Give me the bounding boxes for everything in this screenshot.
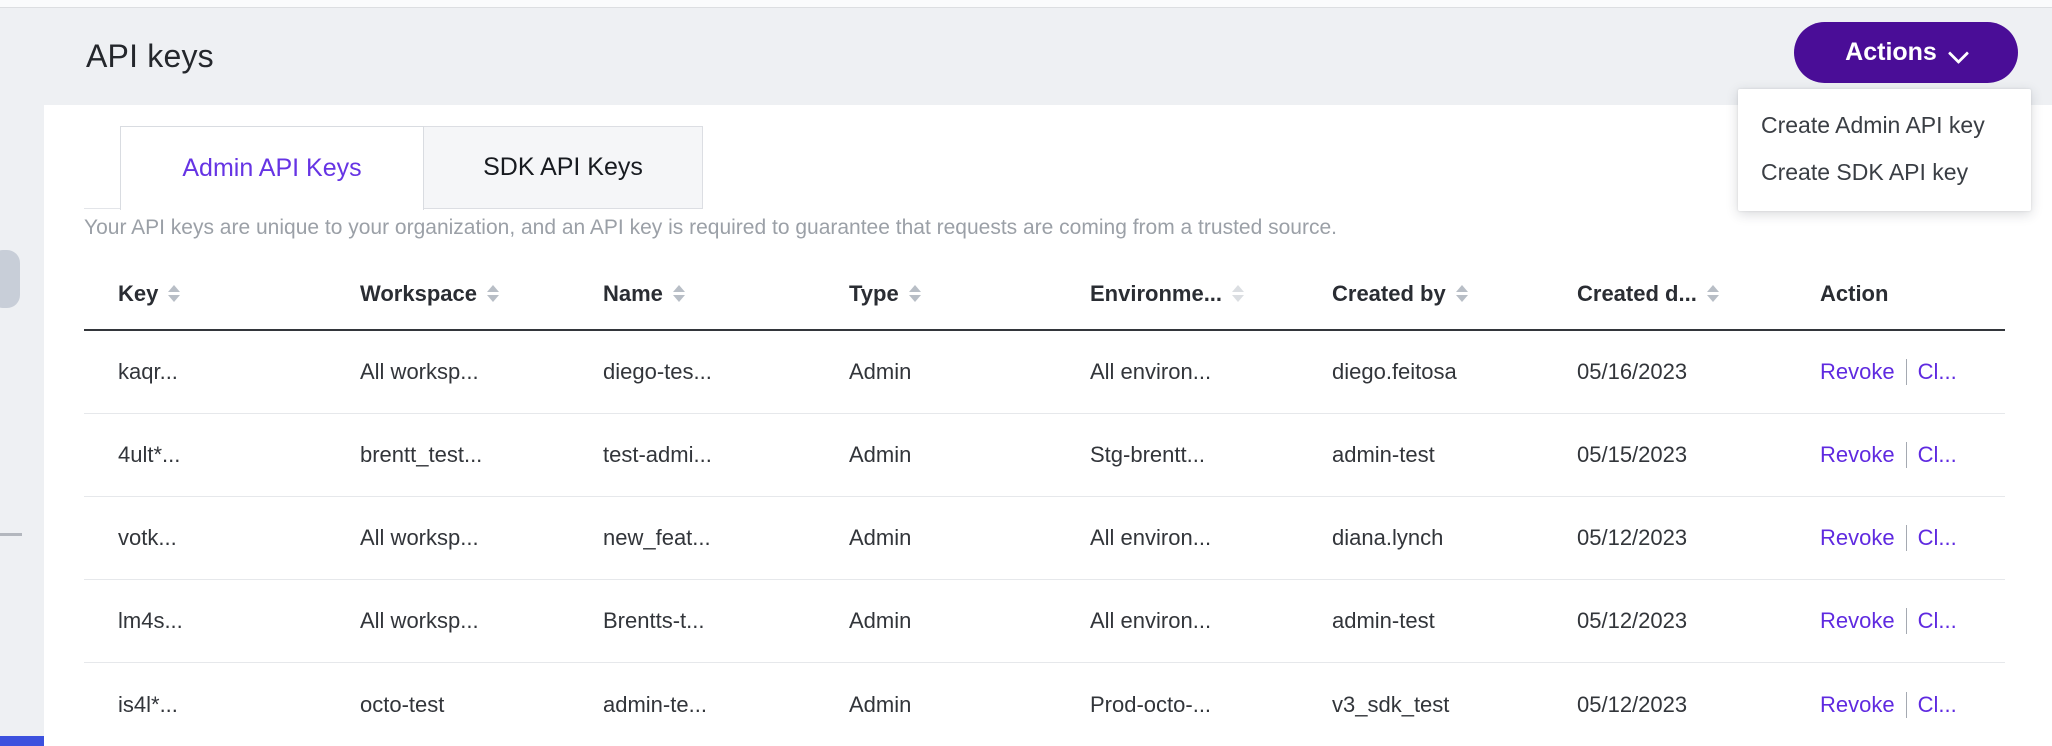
cell-name: test-admi...: [569, 442, 815, 468]
sidebar-resize-handle: [0, 533, 22, 536]
cell-key: is4l*...: [84, 692, 326, 718]
cell-workspace: All worksp...: [326, 525, 569, 551]
table-row: lm4s... All worksp... Brentts-t... Admin…: [84, 580, 2005, 663]
sort-icon[interactable]: [1707, 285, 1719, 302]
chevron-down-icon: [1951, 42, 1967, 58]
cell-action: Revoke Cl...: [1786, 692, 1970, 718]
cell-created-date: 05/12/2023: [1543, 608, 1786, 634]
column-header-name[interactable]: Name: [569, 281, 815, 307]
menu-item-create-admin-api-key[interactable]: Create Admin API key: [1738, 102, 2031, 149]
cell-type: Admin: [815, 442, 1056, 468]
cell-name: admin-te...: [569, 692, 815, 718]
tab-underline: [84, 208, 121, 209]
revoke-link[interactable]: Revoke: [1820, 692, 1895, 717]
sort-icon[interactable]: [909, 285, 921, 302]
page-title: API keys: [86, 38, 214, 75]
revoke-link[interactable]: Revoke: [1820, 608, 1895, 633]
cell-created-date: 05/15/2023: [1543, 442, 1786, 468]
cell-type: Admin: [815, 608, 1056, 634]
table-header-row: Key Workspace Name Type Environme... Cre…: [84, 258, 2005, 331]
sort-icon[interactable]: [487, 285, 499, 302]
clone-link[interactable]: Cl...: [1918, 608, 1957, 633]
clone-link[interactable]: Cl...: [1918, 525, 1957, 550]
column-header-environment[interactable]: Environme...: [1056, 281, 1298, 307]
cell-name: new_feat...: [569, 525, 815, 551]
column-header-action: Action: [1786, 281, 1970, 307]
cell-type: Admin: [815, 692, 1056, 718]
cell-environment: Stg-brentt...: [1056, 442, 1298, 468]
cell-action: Revoke Cl...: [1786, 442, 1970, 468]
api-keys-description: Your API keys are unique to your organiz…: [84, 216, 1337, 240]
sort-icon[interactable]: [1232, 285, 1244, 302]
cell-created-date: 05/12/2023: [1543, 525, 1786, 551]
cell-created-by: diego.feitosa: [1298, 359, 1543, 385]
sort-icon[interactable]: [1456, 285, 1468, 302]
sort-icon[interactable]: [673, 285, 685, 302]
cell-created-by: v3_sdk_test: [1298, 692, 1543, 718]
cell-workspace: brentt_test...: [326, 442, 569, 468]
tab-admin-api-keys-label: Admin API Keys: [182, 154, 361, 183]
cell-key: votk...: [84, 525, 326, 551]
cell-action: Revoke Cl...: [1786, 608, 1970, 634]
actions-dropdown-menu: Create Admin API key Create SDK API key: [1738, 89, 2031, 211]
table-row: is4l*... octo-test admin-te... Admin Pro…: [84, 663, 2005, 746]
cell-created-date: 05/12/2023: [1543, 692, 1786, 718]
action-divider: [1906, 359, 1907, 385]
cell-environment: All environ...: [1056, 359, 1298, 385]
action-divider: [1906, 442, 1907, 468]
cell-environment: Prod-octo-...: [1056, 692, 1298, 718]
menu-item-create-sdk-api-key[interactable]: Create SDK API key: [1738, 149, 2031, 196]
action-divider: [1906, 608, 1907, 634]
cell-type: Admin: [815, 525, 1056, 551]
clone-link[interactable]: Cl...: [1918, 359, 1957, 384]
revoke-link[interactable]: Revoke: [1820, 525, 1895, 550]
sidebar-accent-bar: [0, 736, 44, 746]
cell-created-by: diana.lynch: [1298, 525, 1543, 551]
tab-sdk-api-keys-label: SDK API Keys: [483, 153, 643, 182]
column-header-type[interactable]: Type: [815, 281, 1056, 307]
tab-sdk-api-keys[interactable]: SDK API Keys: [423, 126, 703, 209]
table-row: votk... All worksp... new_feat... Admin …: [84, 497, 2005, 580]
tab-admin-api-keys[interactable]: Admin API Keys: [120, 126, 424, 210]
clone-link[interactable]: Cl...: [1918, 692, 1957, 717]
action-divider: [1906, 692, 1907, 718]
cell-environment: All environ...: [1056, 608, 1298, 634]
actions-button[interactable]: Actions: [1794, 22, 2018, 83]
clone-link[interactable]: Cl...: [1918, 442, 1957, 467]
sort-icon[interactable]: [168, 285, 180, 302]
revoke-link[interactable]: Revoke: [1820, 359, 1895, 384]
cell-name: Brentts-t...: [569, 608, 815, 634]
cell-key: 4ult*...: [84, 442, 326, 468]
cell-workspace: All worksp...: [326, 359, 569, 385]
table-row: 4ult*... brentt_test... test-admi... Adm…: [84, 414, 2005, 497]
cell-workspace: octo-test: [326, 692, 569, 718]
revoke-link[interactable]: Revoke: [1820, 442, 1895, 467]
cell-created-by: admin-test: [1298, 442, 1543, 468]
table-row: kaqr... All worksp... diego-tes... Admin…: [84, 331, 2005, 414]
cell-workspace: All worksp...: [326, 608, 569, 634]
cell-created-date: 05/16/2023: [1543, 359, 1786, 385]
cell-name: diego-tes...: [569, 359, 815, 385]
cell-action: Revoke Cl...: [1786, 525, 1970, 551]
cell-key: kaqr...: [84, 359, 326, 385]
cell-created-by: admin-test: [1298, 608, 1543, 634]
cell-key: lm4s...: [84, 608, 326, 634]
scrollbar-thumb[interactable]: [0, 250, 20, 308]
action-divider: [1906, 525, 1907, 551]
cell-environment: All environ...: [1056, 525, 1298, 551]
column-header-created-by[interactable]: Created by: [1298, 281, 1543, 307]
actions-button-label: Actions: [1845, 38, 1937, 67]
column-header-key[interactable]: Key: [84, 281, 326, 307]
api-keys-table: Key Workspace Name Type Environme... Cre…: [84, 258, 2005, 746]
column-header-created-date[interactable]: Created d...: [1543, 281, 1786, 307]
window-top-edge: [0, 0, 2052, 8]
column-header-workspace[interactable]: Workspace: [326, 281, 569, 307]
cell-action: Revoke Cl...: [1786, 359, 1970, 385]
cell-type: Admin: [815, 359, 1056, 385]
